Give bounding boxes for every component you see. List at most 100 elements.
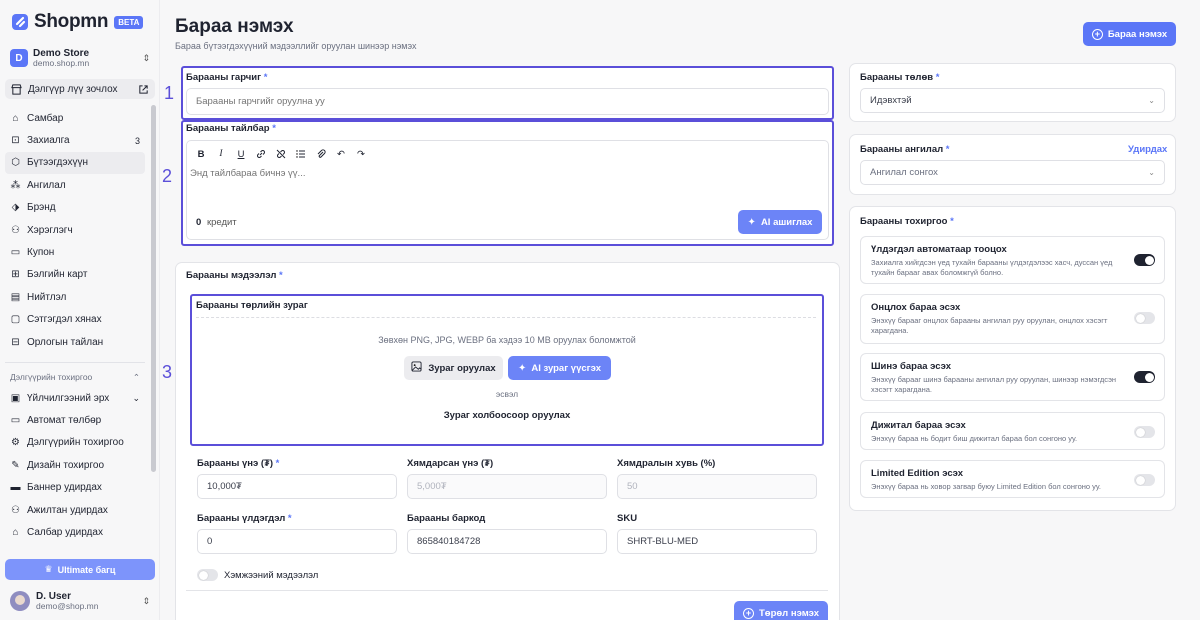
box-icon: ⬡ <box>11 157 20 169</box>
sidebar-item-label: Сэтгэгдэл хянах <box>27 314 102 326</box>
ultimate-plan-button[interactable]: ♛ Ultimate багц <box>5 559 155 580</box>
sidebar-item-label: Дэлгүүрийн тохиргоо <box>27 437 124 449</box>
sidebar-item-label: Захиалга <box>27 135 70 147</box>
chevron-down-icon: ⌄ <box>1148 168 1155 177</box>
stock-label: Барааны үлдэгдэл * <box>197 513 292 524</box>
sidebar-item-6[interactable]: ▭ Купон <box>5 241 145 263</box>
setting-toggle[interactable] <box>1134 371 1155 383</box>
sidebar-item-1[interactable]: ⊡ Захиалга 3 <box>5 129 145 151</box>
sidebar-item-6[interactable]: ⌂ Салбар удирдах <box>5 521 145 543</box>
discount-input[interactable]: 50 <box>617 474 817 499</box>
image-icon <box>411 361 422 375</box>
sidebar-item-10[interactable]: ⊟ Орлогын тайлан <box>5 331 145 353</box>
sidebar-item-5[interactable]: ⚇ Хэрэглэгч <box>5 219 145 241</box>
status-select[interactable]: Идэвхтэй ⌄ <box>860 88 1165 113</box>
sidebar: Shopmn BETA D Demo Store demo.shop.mn ⇕ … <box>0 0 160 620</box>
setting-option: Онцлох бараа эсэх Энэхүү барааг онцлох ба… <box>860 294 1165 344</box>
sidebar-item-9[interactable]: ▢ Сэтгэгдэл хянах <box>5 309 145 331</box>
credit-value: 0 <box>196 217 202 228</box>
gear-icon: ⚙ <box>11 437 20 449</box>
setting-option: Үлдэгдэл автоматаар тооцох Захиалга хийгд… <box>860 236 1165 284</box>
status-value: Идэвхтэй <box>870 95 912 106</box>
setting-toggle[interactable] <box>1134 312 1155 324</box>
sidebar-item-2[interactable]: ⚙ Дэлгүүрийн тохиргоо <box>5 432 145 454</box>
user-menu[interactable]: D. User demo@shop.mn ⇕ <box>10 590 150 612</box>
setting-option-title: Дижитал бараа эсэх <box>871 420 966 431</box>
external-link-icon <box>138 84 149 95</box>
category-icon: ⁂ <box>10 179 21 191</box>
price-input[interactable]: 10,000₮ <box>197 474 397 499</box>
upload-image-button[interactable]: Зураг оруулах <box>404 356 503 380</box>
sale-price-input[interactable]: 5,000₮ <box>407 474 607 499</box>
store-switcher[interactable]: D Demo Store demo.shop.mn ⇕ <box>10 47 150 69</box>
setting-toggle[interactable] <box>1134 474 1155 486</box>
undo-icon[interactable]: ↶ <box>336 149 346 160</box>
add-product-button[interactable]: + Бараа нэмэх <box>1083 22 1176 46</box>
sidebar-item-5[interactable]: ⚇ Ажилтан удирдах <box>5 499 145 521</box>
sidebar-item-3[interactable]: ✎ Дизайн тохиргоо <box>5 454 145 476</box>
barcode-input[interactable]: 865840184728 <box>407 529 607 554</box>
product-title-input[interactable] <box>186 88 829 115</box>
chevron-up-icon: ⌃ <box>132 372 140 382</box>
price-label: Барааны үнэ (₮) * <box>197 458 280 469</box>
branch-icon: ⌂ <box>12 527 19 539</box>
description-textarea[interactable] <box>190 168 810 200</box>
crown-icon: ♛ <box>44 564 53 574</box>
chevron-down-icon: ⌄ <box>1148 96 1155 105</box>
settings-section-header[interactable]: Дэлгүүрийн тохиргоо ⌃ <box>10 372 140 383</box>
sidebar-item-1[interactable]: ▭ Автомат төлбөр <box>5 409 145 431</box>
image-block-label: Барааны төрлийн зураг <box>196 300 308 311</box>
sidebar-item-label: Автомат төлбөр <box>27 415 102 427</box>
add-variant-button[interactable]: + Төрөл нэмэх <box>734 601 828 620</box>
sidebar-item-label: Ангилал <box>27 179 66 191</box>
avatar <box>10 591 30 611</box>
setting-toggle[interactable] <box>1134 426 1155 438</box>
shopmn-logo-icon <box>12 14 28 30</box>
sidebar-item-label: Купон <box>27 247 55 259</box>
setting-toggle[interactable] <box>1134 254 1155 266</box>
underline-icon[interactable]: U <box>236 149 246 160</box>
stock-input[interactable]: 0 <box>197 529 397 554</box>
editor-toolbar: B I U ↶ ↷ <box>196 149 366 160</box>
main-nav: ⌂ Самбар ⊡ Захиалга 3 ⬡ Бүтээгдэхүүн ⁂ Ангилал ⬗ Б… <box>5 107 145 353</box>
manage-categories-link[interactable]: Удирдах <box>1128 144 1167 155</box>
category-placeholder: Ангилал сонгох <box>870 167 938 178</box>
or-text: эсвэл <box>495 389 519 399</box>
home-icon: ⌂ <box>12 112 19 124</box>
sidebar-item-0[interactable]: ⌂ Самбар <box>5 107 145 129</box>
redo-icon[interactable]: ↷ <box>356 149 366 160</box>
sku-label: SKU <box>617 513 638 524</box>
sku-input[interactable]: SHRT-BLU-MED <box>617 529 817 554</box>
store-avatar: D <box>10 49 28 67</box>
sidebar-item-3[interactable]: ⁂ Ангилал <box>5 174 145 196</box>
unlink-icon[interactable] <box>276 149 286 159</box>
attachment-icon[interactable] <box>316 149 326 159</box>
sidebar-item-label: Бүтээгдэхүүн <box>27 157 89 169</box>
sidebar-scrollbar[interactable] <box>151 105 156 472</box>
ai-image-button[interactable]: ✦ AI зураг үүсгэх <box>508 356 611 380</box>
sidebar-item-8[interactable]: ▤ Нийтлэл <box>5 286 145 308</box>
category-select[interactable]: Ангилал сонгох ⌄ <box>860 160 1165 185</box>
bold-icon[interactable]: B <box>196 149 206 160</box>
link-icon[interactable] <box>256 149 266 159</box>
page-subtitle: Бараа бүтээгдэхүүний мэдээллийг оруулан … <box>175 41 417 51</box>
visit-store-button[interactable]: Дэлгүүр лүү зочлох <box>5 79 155 99</box>
image-format-hint: Зөвхөн PNG, JPG, WEBP ба хэдээ 10 MB ору… <box>378 335 636 345</box>
sidebar-item-4[interactable]: ▬ Баннер удирдах <box>5 477 145 499</box>
bullet-list-icon[interactable] <box>296 149 306 159</box>
brand[interactable]: Shopmn BETA <box>10 10 144 34</box>
sidebar-item-label: Үйлчилгээний эрх <box>27 392 110 404</box>
chevron-up-down-icon: ⇕ <box>142 52 150 63</box>
store-url: demo.shop.mn <box>33 57 90 68</box>
plus-circle-icon: + <box>742 607 754 619</box>
article-icon: ▤ <box>10 291 21 303</box>
sidebar-item-2[interactable]: ⬡ Бүтээгдэхүүн <box>5 151 145 175</box>
italic-icon[interactable]: I <box>216 149 226 159</box>
image-url-link[interactable]: Зураг холбоосоор оруулах <box>190 410 824 421</box>
sidebar-item-0[interactable]: ▣ Үйлчилгээний эрх ⌄ <box>5 387 145 409</box>
ai-description-button[interactable]: ✦ AI ашиглах <box>738 210 822 234</box>
sidebar-item-7[interactable]: ⊞ Бэлгийн карт <box>5 264 145 286</box>
sidebar-item-4[interactable]: ⬗ Брэнд <box>5 197 145 219</box>
users-icon: ⚇ <box>11 224 20 236</box>
measurement-toggle[interactable] <box>197 569 218 581</box>
